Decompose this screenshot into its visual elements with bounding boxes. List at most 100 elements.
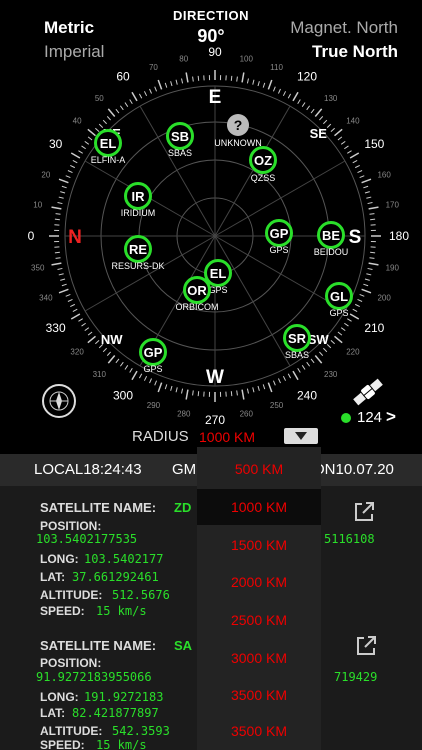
dial-tick xyxy=(138,93,143,99)
satellite-marker[interactable]: GP xyxy=(265,219,293,247)
dial-tick xyxy=(282,91,287,97)
satellite-marker[interactable]: SB xyxy=(166,122,194,150)
intercardinal-label: SE xyxy=(310,126,328,141)
radius-option[interactable]: 1500 KM xyxy=(197,527,321,563)
radius-option[interactable]: 2000 KM xyxy=(197,564,321,600)
dial-tick xyxy=(277,88,281,94)
radius-option[interactable]: 2500 KM xyxy=(197,602,321,638)
position-value: 91.9272183955066 xyxy=(36,670,152,684)
satellite-label: QZSS xyxy=(250,173,276,183)
share-icon[interactable] xyxy=(352,500,376,524)
dial-tick xyxy=(78,318,83,322)
dial-tick xyxy=(70,313,81,320)
satellite-marker[interactable]: BE xyxy=(317,221,345,249)
radius-option[interactable]: 3000 KM xyxy=(197,640,321,676)
satellite-label: ELFIN-A xyxy=(90,155,126,165)
radial-line xyxy=(214,235,291,367)
dial-tick xyxy=(272,86,276,92)
dial-tick xyxy=(87,136,93,141)
radius-option[interactable]: 3500 KM xyxy=(197,677,321,713)
dial-tick xyxy=(230,391,233,397)
dial-tick xyxy=(370,218,376,221)
dial-tick xyxy=(340,140,346,145)
dial-tick xyxy=(131,91,138,102)
dial-tick xyxy=(87,331,93,336)
satellite-marker[interactable]: EL xyxy=(94,129,122,157)
satellite-marker[interactable]: GP xyxy=(139,338,167,366)
dial-tick xyxy=(129,368,133,373)
intercardinal-label: SW xyxy=(308,332,330,347)
dial-tick xyxy=(246,388,249,394)
dial-degree-label: 180 xyxy=(389,229,409,243)
longitude-value: 191.9272183 xyxy=(84,690,164,704)
longitude-label: LONG: xyxy=(40,690,79,704)
dial-tick xyxy=(369,213,375,215)
dial-tick xyxy=(236,76,238,82)
dial-tick xyxy=(81,145,86,150)
dial-tick xyxy=(164,82,168,88)
dial-tick xyxy=(330,127,335,132)
radius-dropdown-button[interactable] xyxy=(284,428,318,444)
satellite-count: 124 xyxy=(357,409,383,426)
dial-tick xyxy=(57,267,63,270)
radius-value[interactable]: 1000 KM xyxy=(199,429,255,445)
dial-tick xyxy=(292,91,299,102)
dial-degree-label: 300 xyxy=(113,388,133,402)
compass-calibrate-button[interactable] xyxy=(42,384,76,418)
satellite-marker[interactable]: IR xyxy=(124,182,152,210)
dial-tick xyxy=(368,262,379,266)
dial-tick xyxy=(87,128,96,137)
satellite-marker[interactable]: RE xyxy=(124,235,152,263)
satellite-label: GPS xyxy=(329,308,349,318)
dial-tick xyxy=(246,78,249,84)
chevron-right-icon[interactable]: > xyxy=(386,407,396,427)
share-icon[interactable] xyxy=(354,634,378,658)
dial-minor-label: 260 xyxy=(240,409,254,418)
dial-tick xyxy=(65,175,71,179)
dial-minor-label: 100 xyxy=(240,55,254,64)
satellite-label: UNKNOWN xyxy=(214,138,262,148)
dial-tick xyxy=(70,303,76,308)
dial-minor-label: 230 xyxy=(324,370,338,379)
unknown-satellite-icon[interactable]: ? xyxy=(227,114,249,136)
radius-option-selected[interactable]: 1000 KM xyxy=(197,489,321,525)
speed-label: SPEED: xyxy=(40,604,85,618)
dial-minor-label: 70 xyxy=(149,63,158,72)
dial-tick xyxy=(124,365,129,370)
radius-option[interactable]: 3500 KM xyxy=(197,713,321,749)
dial-minor-label: 310 xyxy=(93,370,107,379)
compass-icon xyxy=(49,391,69,411)
dial-tick xyxy=(349,152,360,159)
satellite-marker[interactable]: OZ xyxy=(249,146,277,174)
dial-tick xyxy=(67,298,73,302)
dial-tick xyxy=(170,81,173,87)
satellite-marker[interactable]: OR xyxy=(183,276,211,304)
satellite-marker[interactable]: GL xyxy=(325,282,353,310)
radius-option[interactable]: 500 KM xyxy=(197,451,321,487)
satellite-label: RESURS-DK xyxy=(111,261,165,271)
dial-degree-label: 270 xyxy=(205,413,225,427)
dial-degree-label: 120 xyxy=(297,70,317,84)
dial-tick xyxy=(157,79,163,90)
position-label: POSITION: xyxy=(40,656,102,670)
cardinal-label: S xyxy=(349,227,362,248)
cardinal-label: N xyxy=(68,227,82,248)
dial-tick xyxy=(143,375,148,381)
satellite-marker[interactable]: SR xyxy=(283,324,311,352)
satellite-name-label: SATELLITE NAME: xyxy=(40,500,157,515)
altitude-value: 542.3593 xyxy=(112,724,170,738)
dial-tick xyxy=(267,382,273,393)
altitude-label: ALTITUDE: xyxy=(40,588,103,602)
dial-minor-label: 200 xyxy=(377,294,391,303)
dial-tick xyxy=(292,370,299,381)
satellite-label: GPS xyxy=(269,245,289,255)
dial-tick xyxy=(323,119,328,125)
dial-degree-label: 330 xyxy=(46,321,66,335)
dial-tick xyxy=(55,257,61,259)
dial-tick xyxy=(366,196,372,199)
dial-minor-label: 20 xyxy=(41,170,50,179)
satellite-list-button[interactable] xyxy=(350,374,386,410)
cardinal-label: W xyxy=(206,367,224,388)
dial-tick xyxy=(154,380,158,386)
dial-tick xyxy=(175,79,178,85)
